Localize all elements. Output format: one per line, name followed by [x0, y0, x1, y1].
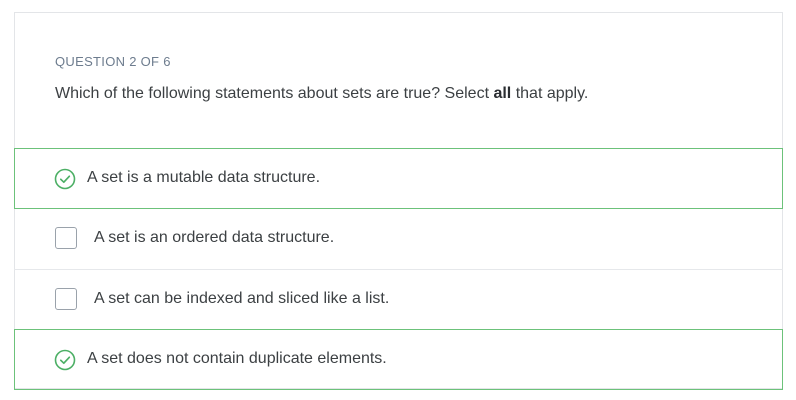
- question-text-end: that apply.: [511, 85, 589, 102]
- question-text-start: Which of the following statements about …: [55, 85, 494, 102]
- question-text: Which of the following statements about …: [55, 85, 588, 103]
- check-circle-icon: [54, 168, 76, 190]
- answer-option-3[interactable]: A set can be indexed and sliced like a l…: [14, 269, 783, 330]
- answer-option-label: A set is a mutable data structure.: [87, 169, 321, 186]
- answer-option-label: A set does not contain duplicate element…: [87, 350, 387, 367]
- question-counter: QUESTION 2 OF 6: [55, 54, 171, 69]
- answer-option-label: A set can be indexed and sliced like a l…: [94, 290, 390, 307]
- question-header: QUESTION 2 OF 6 Which of the following s…: [15, 13, 782, 149]
- answer-option-4[interactable]: A set does not contain duplicate element…: [14, 329, 783, 390]
- answer-option-1[interactable]: A set is a mutable data structure.: [14, 148, 783, 209]
- answer-option-2[interactable]: A set is an ordered data structure.: [14, 209, 783, 270]
- checkbox[interactable]: [55, 227, 77, 249]
- answer-option-label: A set is an ordered data structure.: [94, 229, 335, 246]
- check-circle-icon: [54, 349, 76, 371]
- checkbox[interactable]: [55, 288, 77, 310]
- question-text-emphasis: all: [493, 85, 512, 102]
- quiz-card: QUESTION 2 OF 6 Which of the following s…: [14, 12, 783, 390]
